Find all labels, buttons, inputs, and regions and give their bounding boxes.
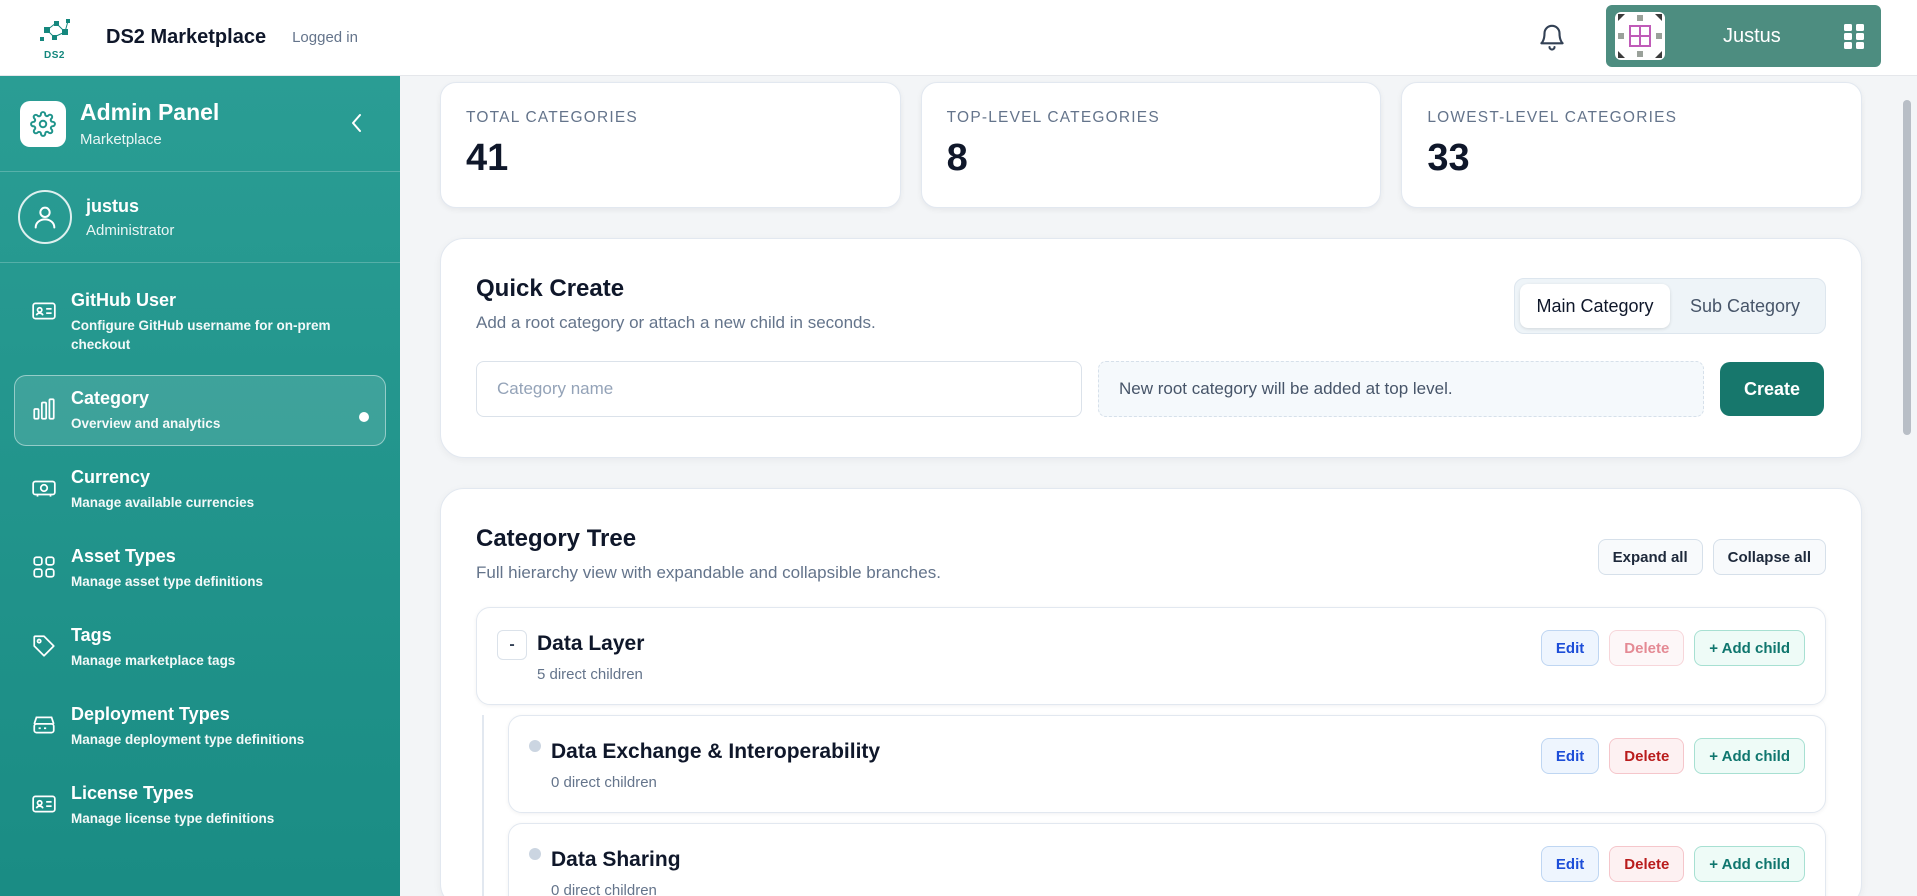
avatar-pattern-icon <box>1618 14 1662 58</box>
nav-label: Tags <box>71 625 112 645</box>
page-scrollbar[interactable] <box>1903 100 1911 435</box>
tag-icon <box>33 635 55 657</box>
sidebar-user-role: Administrator <box>86 221 175 239</box>
top-bar: DS2 DS2 Marketplace Logged in Justus <box>0 0 1917 76</box>
nav-label: GitHub User <box>71 290 177 310</box>
quick-create-card: Quick Create Add a root category or atta… <box>440 238 1862 458</box>
sidebar-username: justus <box>86 195 140 216</box>
stat-label: TOTAL CATEGORIES <box>466 109 638 126</box>
nav-description: Manage available currencies <box>71 495 255 510</box>
apps-grid-icon <box>1844 24 1864 49</box>
stat-label: LOWEST-LEVEL CATEGORIES <box>1427 109 1678 126</box>
banknote-icon <box>32 480 56 497</box>
leaf-bullet <box>529 740 541 752</box>
add-child-button[interactable]: + Add child <box>1694 630 1805 666</box>
nav-description: Manage license type definitions <box>71 811 275 826</box>
node-children-count: 0 direct children <box>551 882 657 896</box>
active-indicator <box>359 412 369 422</box>
sidebar-subtitle: Marketplace <box>80 131 162 148</box>
stat-value: 8 <box>946 137 968 179</box>
add-child-button[interactable]: + Add child <box>1694 846 1805 882</box>
delete-button[interactable]: Delete <box>1609 846 1685 882</box>
main-content: TOTAL CATEGORIES 41 TOP-LEVEL CATEGORIES… <box>440 76 1863 896</box>
sidebar-item-currency[interactable]: Currency Manage available currencies <box>14 454 386 525</box>
sidebar-nav: GitHub User Configure GitHub username for… <box>0 263 400 841</box>
category-tree-card: Category Tree Full hierarchy view with e… <box>440 488 1862 896</box>
user-icon <box>18 190 72 244</box>
nav-label: Deployment Types <box>71 704 230 724</box>
node-children-count: 5 direct children <box>537 666 643 683</box>
edit-button[interactable]: Edit <box>1540 846 1600 882</box>
bell-icon[interactable] <box>1537 22 1567 52</box>
grid-icon <box>33 556 55 578</box>
stat-lowest-level-categories: LOWEST-LEVEL CATEGORIES 33 <box>1401 82 1863 208</box>
tree-node-data-sharing: Data Sharing 0 direct children Edit Dele… <box>508 823 1826 896</box>
create-button[interactable]: Create <box>1720 362 1824 416</box>
tab-main-category[interactable]: Main Category <box>1520 284 1670 328</box>
tree-children: Data Exchange & Interoperability 0 direc… <box>482 715 1826 896</box>
gear-icon <box>20 100 66 147</box>
brand-title[interactable]: DS2 Marketplace <box>106 26 266 49</box>
stat-value: 41 <box>466 137 509 179</box>
id-card-icon <box>32 795 56 813</box>
stat-value: 33 <box>1427 137 1470 179</box>
collapse-all-button[interactable]: Collapse all <box>1712 539 1826 575</box>
logo-text: DS2 <box>44 49 65 61</box>
category-name-input[interactable] <box>476 361 1082 417</box>
edit-button[interactable]: Edit <box>1540 738 1600 774</box>
user-name: Justus <box>1723 24 1781 47</box>
admin-sidebar: Admin Panel Marketplace justus Administr… <box>0 76 400 896</box>
stat-top-level-categories: TOP-LEVEL CATEGORIES 8 <box>920 82 1382 208</box>
stat-total-categories: TOTAL CATEGORIES 41 <box>440 82 901 208</box>
node-name: Data Exchange & Interoperability <box>551 740 881 763</box>
nav-description: Overview and analytics <box>71 416 221 431</box>
leaf-bullet <box>529 848 541 860</box>
category-type-toggle: Main Category Sub Category <box>1514 278 1826 334</box>
sidebar-user: justus Administrator <box>0 172 400 263</box>
stats-row: TOTAL CATEGORIES 41 TOP-LEVEL CATEGORIES… <box>440 82 1863 208</box>
stat-label: TOP-LEVEL CATEGORIES <box>946 109 1160 126</box>
nav-description: Manage asset type definitions <box>71 574 264 589</box>
bar-chart-icon <box>33 398 55 420</box>
sidebar-item-deployment-types[interactable]: Deployment Types Manage deployment type d… <box>14 691 386 762</box>
nav-label: Asset Types <box>71 546 176 566</box>
logo-network-icon <box>40 18 70 41</box>
ds2-logo[interactable]: DS2 <box>36 17 80 61</box>
sidebar-item-category[interactable]: Category Overview and analytics <box>14 375 386 446</box>
sidebar-title: Admin Panel <box>80 99 220 125</box>
sidebar-item-tags[interactable]: Tags Manage marketplace tags <box>14 612 386 683</box>
node-name: Data Sharing <box>551 848 681 871</box>
id-card-icon <box>32 302 56 320</box>
tree-node-data-layer: - Data Layer 5 direct children Edit Dele… <box>476 607 1826 705</box>
delete-button[interactable]: Delete <box>1609 630 1685 666</box>
parent-hint: New root category will be added at top l… <box>1098 361 1704 417</box>
nav-label: Currency <box>71 467 151 487</box>
delete-button[interactable]: Delete <box>1609 738 1685 774</box>
node-children-count: 0 direct children <box>551 774 657 791</box>
expand-all-button[interactable]: Expand all <box>1597 539 1703 575</box>
nav-description: Manage deployment type definitions <box>71 732 305 747</box>
node-name: Data Layer <box>537 632 645 655</box>
sidebar-item-github-user[interactable]: GitHub User Configure GitHub username for… <box>14 277 386 367</box>
user-menu-button[interactable]: Justus <box>1606 5 1881 67</box>
sidebar-header: Admin Panel Marketplace <box>0 76 400 172</box>
user-avatar <box>1615 12 1665 60</box>
server-icon <box>33 716 55 734</box>
sidebar-item-asset-types[interactable]: Asset Types Manage asset type definitions <box>14 533 386 604</box>
nav-label: License Types <box>71 783 194 803</box>
edit-button[interactable]: Edit <box>1540 630 1600 666</box>
tab-sub-category[interactable]: Sub Category <box>1670 284 1820 328</box>
collapse-toggle[interactable]: - <box>497 630 527 660</box>
login-status: Logged in <box>292 29 358 46</box>
add-child-button[interactable]: + Add child <box>1694 738 1805 774</box>
nav-label: Category <box>71 388 150 408</box>
tree-node-data-exchange: Data Exchange & Interoperability 0 direc… <box>508 715 1826 813</box>
chevron-left-icon[interactable] <box>348 112 366 134</box>
nav-description: Configure GitHub username for on-prem ch… <box>71 318 331 352</box>
nav-description: Manage marketplace tags <box>71 653 236 668</box>
sidebar-item-license-types[interactable]: License Types Manage license type definit… <box>14 770 386 841</box>
